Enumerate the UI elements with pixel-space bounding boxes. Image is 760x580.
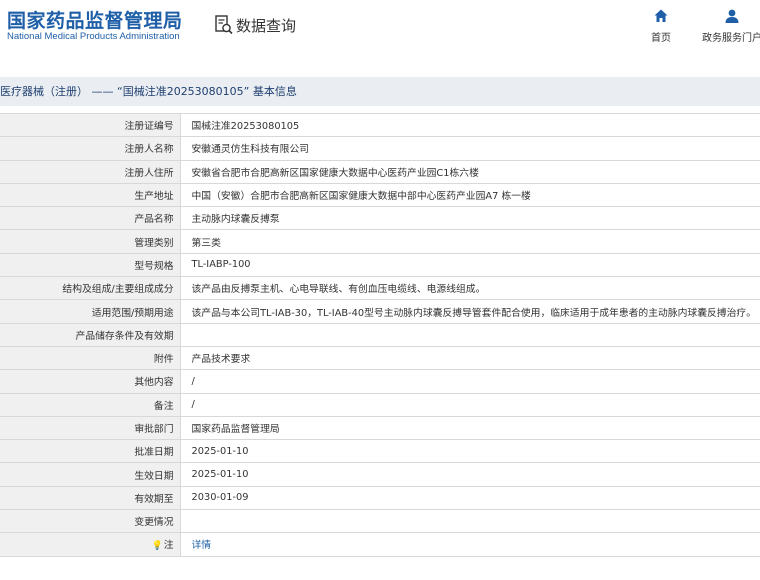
field-label: 注册人住所 <box>0 160 181 184</box>
site-logo-en[interactable]: National Medical Products Administration <box>7 31 180 42</box>
field-label: 附件 <box>0 346 181 371</box>
table-row: 批准日期 2025-01-10 <box>0 439 760 464</box>
field-label: 型号规格 <box>0 253 181 278</box>
table-row: 注册证编号 国械注准20253080105 <box>0 112 760 138</box>
table-row: 注册人名称 安徽通灵仿生科技有限公司 <box>0 136 760 161</box>
lightbulb-icon: 💡 <box>151 541 163 552</box>
table-row: 变更情况 <box>0 509 760 534</box>
field-value: 安徽省合肥市合肥高新区国家健康大数据中心医药产业园C1栋六楼 <box>180 160 760 184</box>
field-value: 主动脉内球囊反搏泵 <box>180 206 760 231</box>
field-label: 管理类别 <box>0 229 181 254</box>
table-row: 审批部门 国家药品监督管理局 <box>0 416 760 441</box>
site-logo-cn[interactable]: 国家药品监督管理局 <box>7 6 183 33</box>
table-row-note: 💡注 详情 <box>0 532 760 557</box>
user-icon <box>725 9 739 23</box>
field-value: 该产品与本公司TL-IAB-30，TL-IAB-40型号主动脉内球囊反搏导管套件… <box>180 299 760 324</box>
table-row: 产品储存条件及有效期 <box>0 323 760 347</box>
table-row: 产品名称 主动脉内球囊反搏泵 <box>0 206 760 231</box>
nav-gov-portal[interactable]: 政务服务门户 <box>702 8 760 44</box>
field-value: 2025-01-10 <box>180 439 760 464</box>
field-value <box>180 509 760 534</box>
field-value: 国械注准20253080105 <box>180 112 760 138</box>
field-value: 产品技术要求 <box>180 346 760 371</box>
nav-gov-label: 政务服务门户 <box>702 33 760 44</box>
field-label: 生效日期 <box>0 462 181 487</box>
field-value: / <box>180 369 760 394</box>
table-row: 注册人住所 安徽省合肥市合肥高新区国家健康大数据中心医药产业园C1栋六楼 <box>0 160 760 184</box>
table-row: 生效日期 2025-01-10 <box>0 462 760 487</box>
breadcrumb-text: 医疗器械（注册） —— “国械注准20253080105” 基本信息 <box>0 85 297 98</box>
field-label: 生产地址 <box>0 183 181 208</box>
field-label: 注册人名称 <box>0 136 181 161</box>
nav-home-label: 首页 <box>651 33 671 44</box>
field-label: 批准日期 <box>0 439 181 464</box>
field-value-note: 详情 <box>180 532 760 557</box>
field-value: TL-IABP-100 <box>180 253 760 278</box>
field-value <box>180 323 760 347</box>
field-label: 产品名称 <box>0 206 181 231</box>
field-label: 适用范围/预期用途 <box>0 299 181 324</box>
field-label: 变更情况 <box>0 509 181 534</box>
field-label: 结构及组成/主要组成成分 <box>0 276 181 301</box>
note-label: 注 <box>163 540 174 552</box>
table-row: 备注 / <box>0 393 760 417</box>
site-header: 国家药品监督管理局 National Medical Products Admi… <box>0 0 760 60</box>
field-value: / <box>180 393 760 417</box>
field-label: 备注 <box>0 393 181 417</box>
table-row: 适用范围/预期用途 该产品与本公司TL-IAB-30，TL-IAB-40型号主动脉… <box>0 299 760 324</box>
table-row: 其他内容 / <box>0 369 760 394</box>
field-value: 第三类 <box>180 229 760 254</box>
field-value: 2025-01-10 <box>180 462 760 487</box>
field-value: 国家药品监督管理局 <box>180 416 760 441</box>
field-value: 中国（安徽）合肥市合肥高新区国家健康大数据中部中心医药产业园A7 栋一楼 <box>180 183 760 208</box>
field-label: 注册证编号 <box>0 112 181 138</box>
field-label: 审批部门 <box>0 416 181 441</box>
details-link[interactable]: 详情 <box>192 540 212 551</box>
table-row: 有效期至 2030-01-09 <box>0 486 760 511</box>
field-label-note: 💡注 <box>0 532 181 557</box>
table-row: 型号规格 TL-IABP-100 <box>0 253 760 278</box>
registration-info-table: 注册证编号 国械注准20253080105 注册人名称 安徽通灵仿生科技有限公司 注册人… <box>0 112 760 557</box>
nav-home[interactable]: 首页 <box>651 8 671 44</box>
table-row: 结构及组成/主要组成成分 该产品由反搏泵主机、心电导联线、有创血压电缆线、电源线组… <box>0 276 760 301</box>
table-row: 附件 产品技术要求 <box>0 346 760 371</box>
field-label: 其他内容 <box>0 369 181 394</box>
field-label: 有效期至 <box>0 486 181 511</box>
field-value: 该产品由反搏泵主机、心电导联线、有创血压电缆线、电源线组成。 <box>180 276 760 301</box>
table-row: 管理类别 第三类 <box>0 229 760 254</box>
data-query-label: 数据查询 <box>236 16 297 35</box>
data-query-link[interactable]: 数据查询 <box>215 14 296 36</box>
home-icon <box>654 9 668 22</box>
field-value: 安徽通灵仿生科技有限公司 <box>180 136 760 161</box>
field-value: 2030-01-09 <box>180 486 760 511</box>
table-row: 生产地址 中国（安徽）合肥市合肥高新区国家健康大数据中部中心医药产业园A7 栋一楼 <box>0 183 760 208</box>
breadcrumb: 医疗器械（注册） —— “国械注准20253080105” 基本信息 <box>0 77 760 106</box>
document-search-icon <box>215 15 233 35</box>
field-label: 产品储存条件及有效期 <box>0 323 181 347</box>
